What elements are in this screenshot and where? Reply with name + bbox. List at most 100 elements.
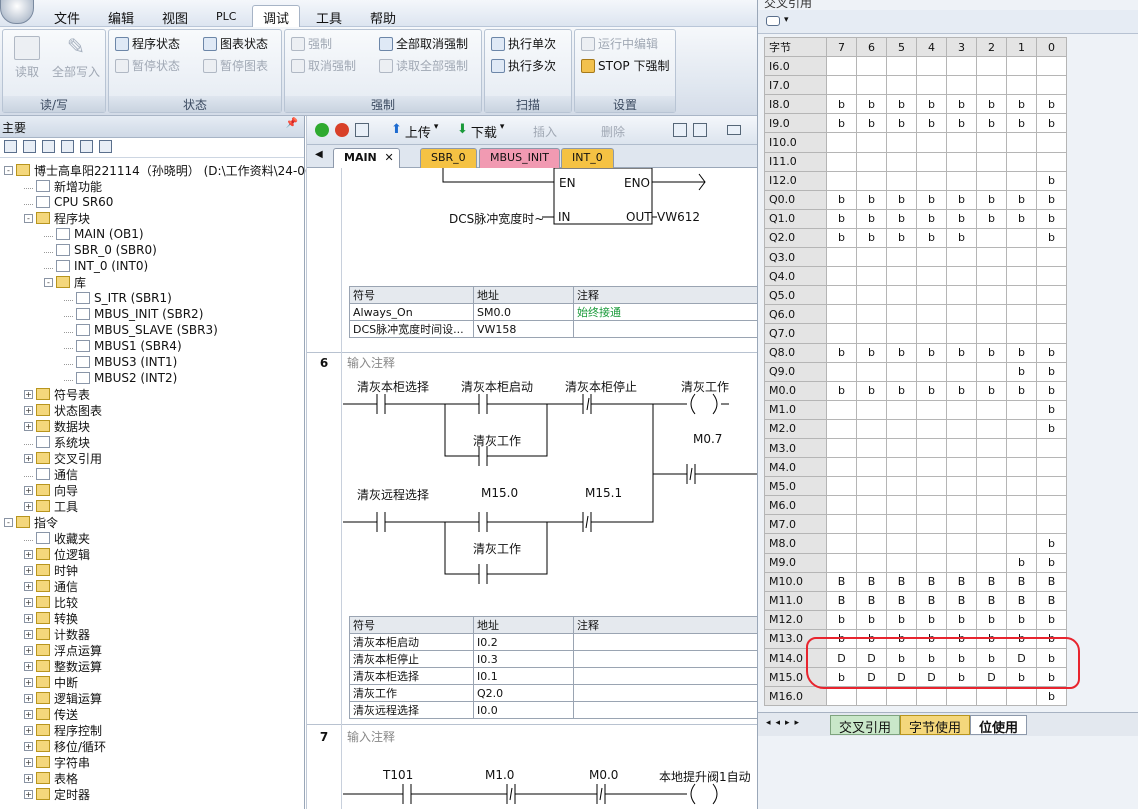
bit-cell[interactable]: b	[1036, 170, 1067, 191]
tab-byte-usage[interactable]: 字节使用	[900, 715, 971, 736]
doc-icon[interactable]	[61, 140, 74, 153]
bit-cell[interactable]	[1006, 686, 1037, 707]
pause-status-button[interactable]: 暂停状态	[115, 57, 180, 74]
bit-cell[interactable]	[976, 495, 1007, 516]
bit-cell[interactable]: b	[886, 227, 917, 249]
read-button[interactable]: 读取	[9, 36, 45, 80]
tree-item[interactable]: + 位逻辑	[24, 546, 90, 562]
bit-cell[interactable]	[946, 361, 977, 382]
fb-out-operand[interactable]: VW612	[657, 210, 700, 224]
bit-cell[interactable]: b	[886, 113, 917, 134]
bit-cell[interactable]	[856, 247, 887, 268]
bit-cell[interactable]: b	[886, 380, 917, 401]
bit-cell[interactable]	[1006, 457, 1037, 478]
bit-cell[interactable]: b	[946, 227, 977, 249]
bit-cell[interactable]: b	[1006, 380, 1037, 401]
bit-cell[interactable]	[946, 533, 977, 554]
bit-cell[interactable]: B	[1036, 590, 1067, 611]
bit-cell[interactable]	[1036, 285, 1067, 306]
network-icon[interactable]	[673, 123, 687, 137]
bit-cell[interactable]	[976, 476, 1007, 497]
contact-label[interactable]: M0.0	[589, 768, 618, 782]
bit-cell[interactable]	[916, 495, 947, 516]
tree-item[interactable]: + 整数运算	[24, 658, 102, 674]
tree-item[interactable]: MBUS1 (SBR4)	[64, 338, 182, 354]
bit-cell[interactable]	[976, 361, 1007, 382]
bit-cell[interactable]	[886, 285, 917, 306]
bit-cell[interactable]: b	[1036, 399, 1067, 420]
app-menu-button[interactable]	[0, 0, 34, 24]
bit-cell[interactable]	[1006, 285, 1037, 306]
bit-cell[interactable]	[946, 552, 977, 573]
bit-cell[interactable]	[856, 56, 887, 77]
bit-cell[interactable]	[916, 686, 947, 707]
bit-cell[interactable]: B	[1036, 571, 1067, 592]
bit-cell[interactable]	[976, 533, 1007, 554]
bit-cell[interactable]: b	[946, 342, 977, 363]
bit-cell[interactable]	[826, 437, 857, 459]
bit-cell[interactable]	[826, 552, 857, 573]
bit-cell[interactable]	[856, 533, 887, 554]
tree-item[interactable]: + 移位/循环	[24, 738, 106, 754]
bit-cell[interactable]: b	[886, 208, 917, 229]
bit-cell[interactable]: b	[886, 189, 917, 210]
bit-cell[interactable]	[826, 304, 857, 325]
tree-item[interactable]: - 指令	[4, 514, 58, 530]
comm-icon[interactable]	[99, 140, 112, 153]
bit-cell[interactable]: b	[856, 380, 887, 401]
bit-cell[interactable]	[826, 686, 857, 707]
expand-icon[interactable]: +	[24, 453, 33, 463]
bit-cell[interactable]: b	[826, 380, 857, 401]
contact-label[interactable]: 清灰本柜选择	[357, 378, 429, 395]
tree-item[interactable]: + 向导	[24, 482, 78, 498]
contact-label[interactable]: T101	[383, 768, 413, 782]
bit-cell[interactable]: b	[1006, 189, 1037, 210]
bit-cell[interactable]	[946, 132, 977, 153]
tree-item[interactable]: + 浮点运算	[24, 642, 102, 658]
tree-item[interactable]: + 表格	[24, 770, 78, 786]
bit-cell[interactable]: b	[916, 380, 947, 401]
bit-cell[interactable]	[916, 514, 947, 535]
bit-cell[interactable]	[976, 323, 1007, 344]
tree-item[interactable]: + 计数器	[24, 626, 90, 642]
bit-cell[interactable]	[826, 151, 857, 172]
expand-icon[interactable]: +	[24, 773, 33, 783]
execute-multiple-button[interactable]: 执行多次	[491, 57, 556, 74]
bit-cell[interactable]	[916, 552, 947, 573]
expand-icon[interactable]: +	[24, 597, 33, 607]
tree-item[interactable]: INT_0 (INT0)	[44, 258, 148, 274]
unforce-all-button[interactable]: 全部取消强制	[379, 35, 468, 52]
bit-cell[interactable]	[826, 285, 857, 306]
tree-item[interactable]: CPU SR60	[24, 194, 113, 210]
bit-cell[interactable]: b	[826, 208, 857, 229]
bit-cell[interactable]	[976, 304, 1007, 325]
pause-chart-button[interactable]: 暂停图表	[203, 57, 268, 74]
bit-cell[interactable]	[886, 266, 917, 287]
bit-cell[interactable]: B	[916, 590, 947, 611]
bit-cell[interactable]: b	[1036, 609, 1067, 630]
bit-cell[interactable]	[1036, 151, 1067, 172]
bit-cell[interactable]: b	[916, 113, 947, 134]
bit-cell[interactable]: B	[856, 590, 887, 611]
tree-item[interactable]: 系统块	[24, 434, 90, 450]
bit-cell[interactable]: b	[826, 189, 857, 210]
bit-cell[interactable]: b	[1006, 361, 1037, 382]
contact-label[interactable]: M1.0	[485, 768, 514, 782]
bit-cell[interactable]: B	[946, 571, 977, 592]
bit-cell[interactable]: b	[946, 380, 977, 401]
upload-button[interactable]: ⬆ 上传 ▾	[391, 122, 438, 141]
bit-cell[interactable]	[976, 437, 1007, 459]
tree-item[interactable]: + 工具	[24, 498, 78, 514]
bit-cell[interactable]	[976, 227, 1007, 249]
unforce-button[interactable]: 取消强制	[291, 57, 356, 74]
bit-cell[interactable]: B	[946, 590, 977, 611]
contact-label[interactable]: M15.0	[481, 486, 518, 500]
bit-cell[interactable]: B	[916, 571, 947, 592]
menu-debug[interactable]: 调试	[252, 5, 301, 28]
bit-cell[interactable]: b	[976, 342, 1007, 363]
bit-cell[interactable]	[856, 437, 887, 459]
window-icon[interactable]	[727, 125, 741, 135]
bit-cell[interactable]: b	[1036, 113, 1067, 134]
tree-item[interactable]: + 状态图表	[24, 402, 102, 418]
bit-cell[interactable]	[946, 151, 977, 172]
